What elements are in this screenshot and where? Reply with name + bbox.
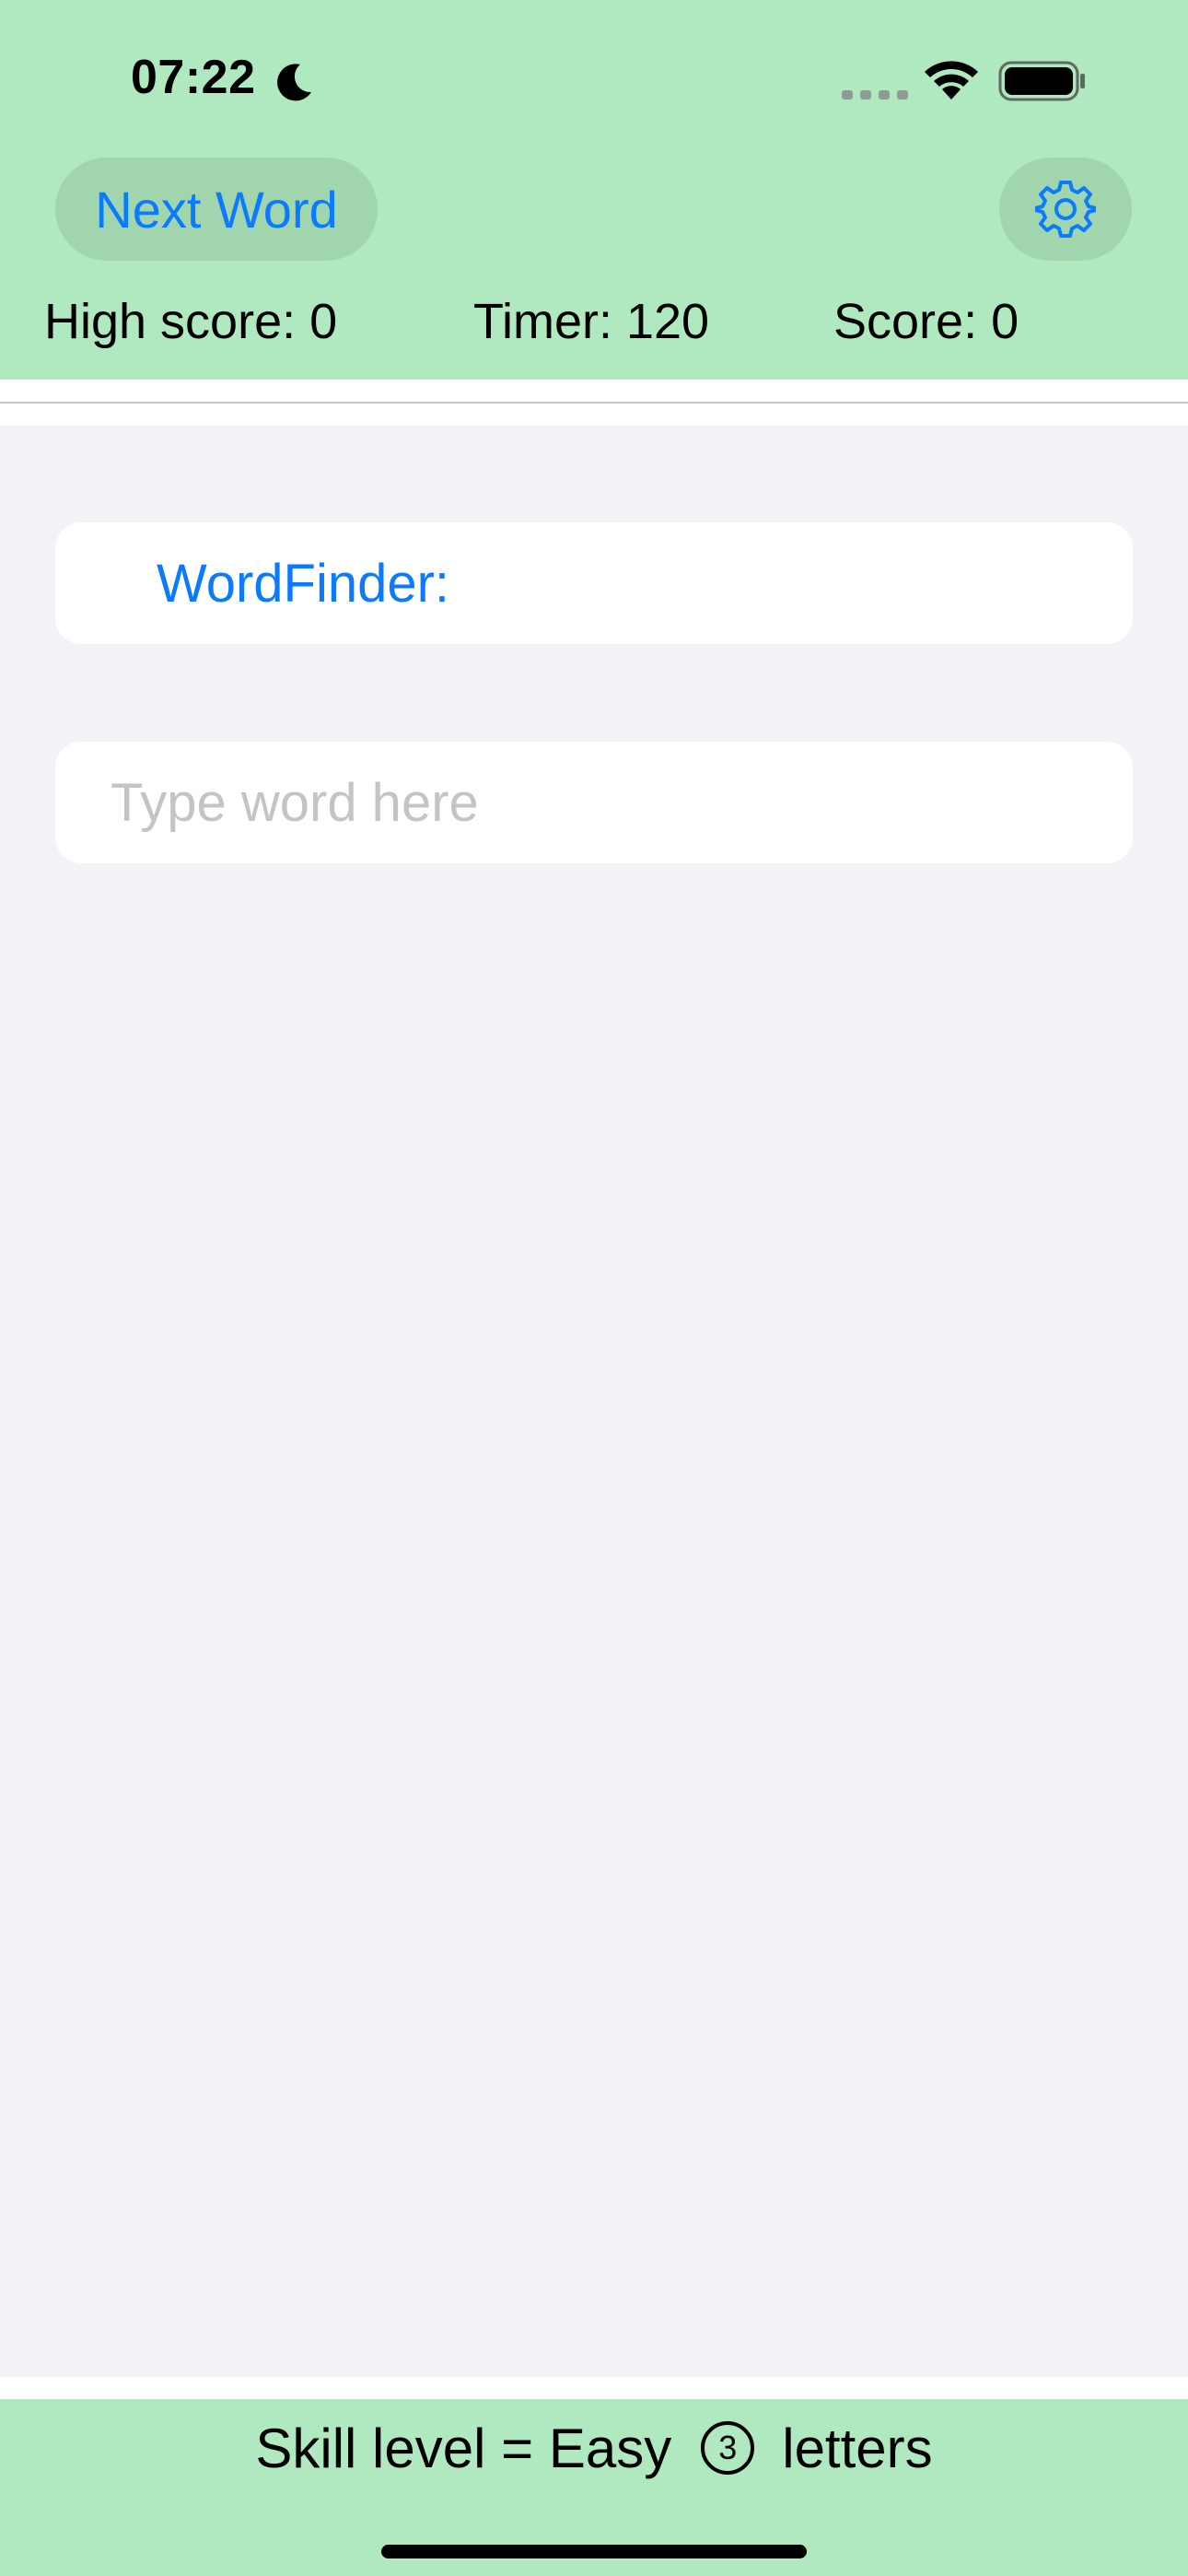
- score-label: Score: 0: [833, 294, 1019, 349]
- top-header: 07:22 Next Word High score: 0 Timer: 120…: [0, 0, 1188, 380]
- settings-button[interactable]: [999, 158, 1132, 261]
- timer-label: Timer: 120: [473, 294, 710, 349]
- footer-separator-band: [0, 2377, 1188, 2399]
- word-input[interactable]: [55, 742, 1133, 863]
- word-input-card: [55, 742, 1133, 863]
- app-screen: 07:22 Next Word High score: 0 Timer: 120…: [0, 0, 1188, 2576]
- gear-icon: [1035, 181, 1096, 238]
- letter-count-badge: 3: [701, 2421, 755, 2475]
- battery-icon: [998, 61, 1085, 101]
- wifi-icon: [925, 61, 978, 100]
- wordfinder-card: WordFinder:: [55, 522, 1133, 644]
- skill-level-row: Skill level = Easy 3 letters: [0, 2416, 1188, 2480]
- status-time: 07:22: [131, 51, 256, 104]
- skill-level-text: Skill level = Easy: [255, 2417, 672, 2479]
- moon-icon: [277, 64, 311, 101]
- cellular-signal-icon: [842, 90, 908, 100]
- footer-bar: Skill level = Easy 3 letters: [0, 2399, 1188, 2576]
- home-indicator[interactable]: [381, 2545, 807, 2558]
- letters-text: letters: [782, 2417, 933, 2479]
- divider: [0, 402, 1188, 404]
- next-word-button[interactable]: Next Word: [55, 158, 378, 261]
- high-score-label: High score: 0: [44, 294, 338, 349]
- wordfinder-label: WordFinder:: [157, 553, 450, 614]
